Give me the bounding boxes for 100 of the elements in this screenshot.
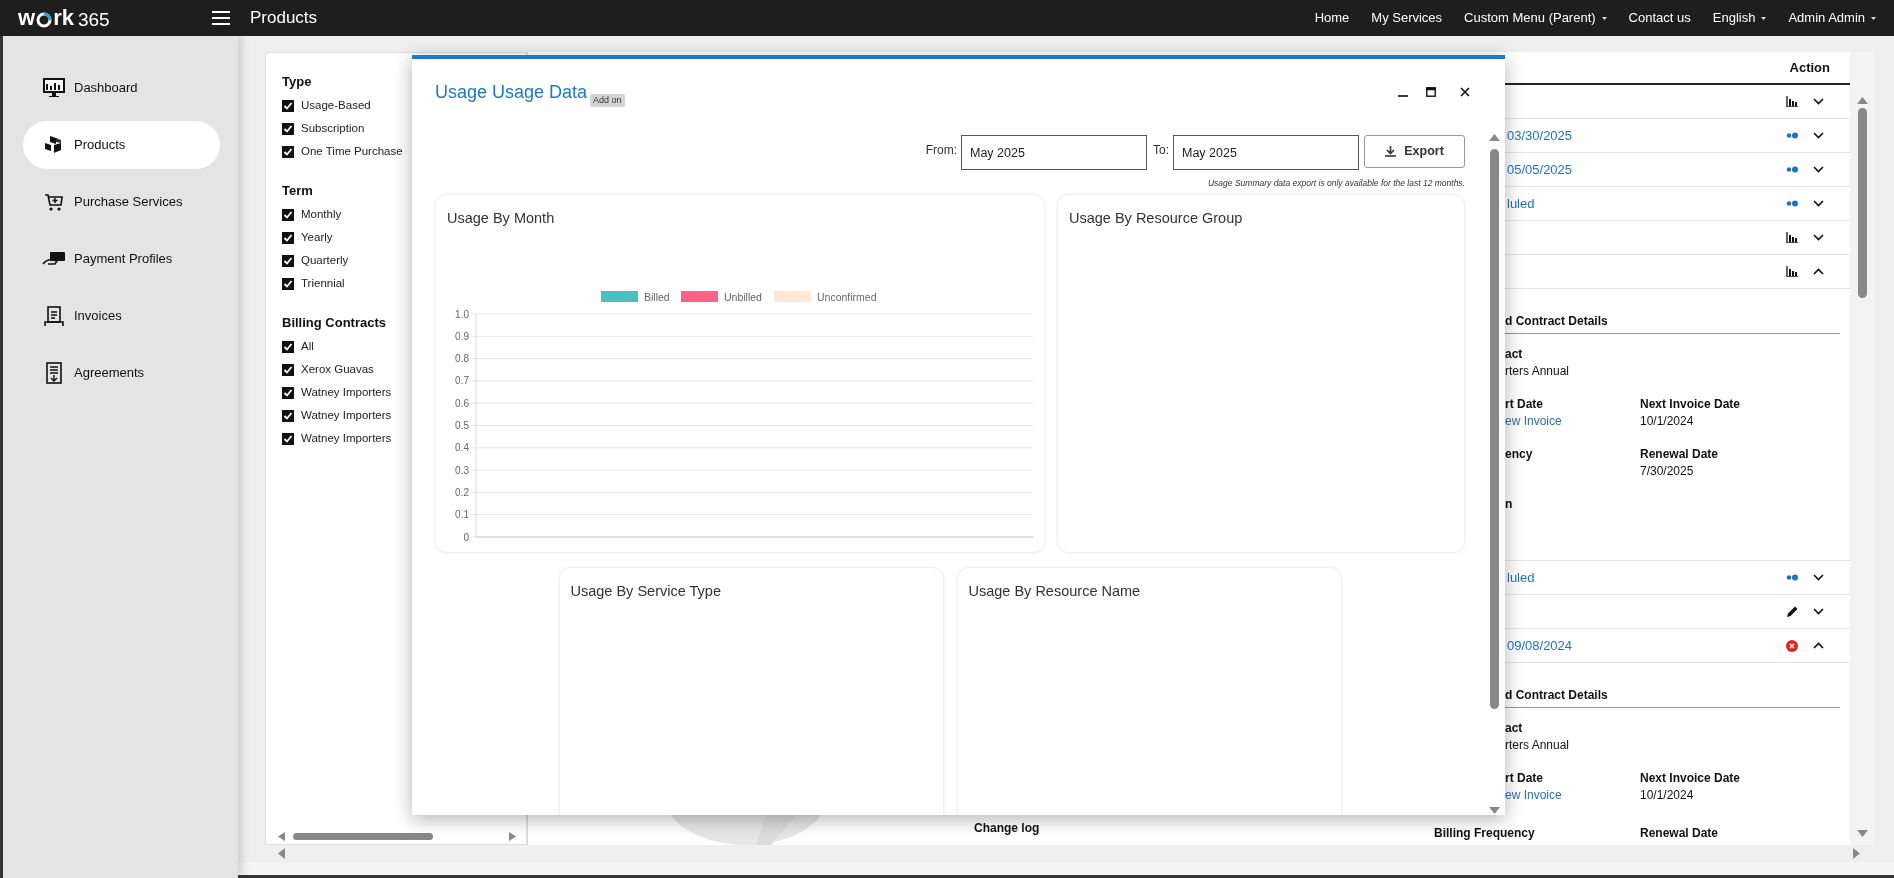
legend-label: Billed [644, 290, 670, 303]
dots-icon[interactable] [1786, 200, 1798, 207]
sidebar-item[interactable]: Agreements [23, 349, 220, 397]
checkbox[interactable] [282, 363, 294, 376]
scroll-up-icon[interactable] [1489, 134, 1500, 141]
sidebar-item[interactable]: Purchase Services [23, 178, 220, 226]
add-on-badge: Add on [590, 93, 625, 107]
checkbox[interactable] [282, 432, 294, 445]
checkbox[interactable] [282, 254, 294, 267]
field-label: Renewal Date [1640, 826, 1719, 840]
sidebar-item[interactable]: Invoices [23, 292, 220, 340]
scroll-right-icon[interactable] [1853, 848, 1860, 859]
chevron-down-icon[interactable] [1813, 132, 1824, 139]
chevron-down-icon[interactable] [1813, 234, 1824, 241]
field-link[interactable]: ew Invoice [1505, 787, 1640, 804]
checkbox-label: Watney Importers [301, 430, 392, 446]
scroll-left-icon[interactable] [278, 848, 285, 859]
sidebar-item[interactable]: Dashboard [23, 64, 220, 112]
boxes-icon [44, 135, 64, 155]
from-field[interactable]: May 2025 [961, 135, 1147, 170]
scrollbar-thumb[interactable] [293, 832, 433, 840]
chevron-down-icon[interactable] [1813, 166, 1824, 173]
filter-heading: Billing Contracts [282, 314, 386, 332]
scroll-up-icon[interactable] [1857, 97, 1868, 104]
menu-icon[interactable] [212, 11, 230, 25]
chevron-up-icon[interactable] [1813, 268, 1824, 275]
dots-icon[interactable] [1786, 132, 1798, 139]
error-icon[interactable] [1786, 639, 1798, 652]
nav-link[interactable]: Custom Menu (Parent) [1464, 8, 1607, 28]
logo-text: 365 [77, 10, 110, 29]
bar-chart-icon[interactable] [1786, 232, 1798, 243]
filter-heading: Type [282, 73, 312, 91]
close-icon[interactable] [1460, 87, 1470, 97]
document-stand-icon [44, 305, 64, 327]
scroll-left-icon[interactable] [278, 831, 285, 841]
field-label: rt Date [1505, 396, 1544, 413]
axis-tick-label: 0.8 [455, 353, 469, 365]
document-icon [46, 362, 62, 384]
card-title: Usage By Month [447, 209, 556, 228]
checkbox[interactable] [282, 409, 294, 422]
card-title: Usage By Resource Group [1069, 209, 1244, 228]
to-field[interactable]: May 2025 [1173, 135, 1359, 170]
scrollbar-thumb[interactable] [1858, 108, 1867, 298]
checkbox[interactable] [282, 99, 294, 112]
nav-link[interactable]: Admin Admin [1788, 8, 1876, 28]
dots-icon[interactable] [1786, 166, 1798, 173]
checkbox-label: Subscription [301, 120, 365, 136]
field-label: act [1505, 720, 1524, 737]
checkbox-label: Watney Importers [301, 384, 392, 400]
modal-title: Usage Usage Data [435, 80, 588, 104]
table-link[interactable]: luled [1507, 193, 1535, 214]
bar-chart-icon[interactable] [1786, 96, 1798, 107]
chevron-down-icon[interactable] [1813, 200, 1824, 207]
field-value: 7/30/2025 [1640, 463, 1695, 480]
bar-chart-icon[interactable] [1786, 266, 1798, 277]
dots-icon[interactable] [1786, 574, 1798, 581]
axis-tick-label: 0.1 [455, 509, 469, 521]
column-header: Action [1789, 58, 1830, 77]
legend-label: Unconfirmed [817, 290, 877, 303]
download-icon [1385, 146, 1397, 157]
checkbox[interactable] [282, 277, 294, 290]
nav-link[interactable]: Contact us [1628, 8, 1691, 28]
monitor-chart-icon [43, 78, 65, 98]
export-button[interactable]: Export [1364, 135, 1465, 168]
checkbox[interactable] [282, 340, 294, 353]
chevron-down-icon[interactable] [1813, 98, 1824, 105]
table-link[interactable]: 03/30/2025 [1507, 125, 1573, 146]
sidebar-item[interactable]: Products [23, 121, 220, 169]
field-label: Next Invoice Date [1640, 396, 1742, 413]
scrollbar-thumb[interactable] [1490, 149, 1499, 709]
field-label: act [1505, 346, 1524, 363]
field-value: rters Annual [1505, 737, 1571, 754]
pencil-icon[interactable] [1785, 605, 1799, 618]
filter-heading: Term [282, 182, 313, 200]
table-link[interactable]: luled [1507, 567, 1535, 588]
sidebar-item[interactable]: Payment Profiles [23, 235, 220, 283]
checkbox[interactable] [282, 122, 294, 135]
nav-link[interactable]: English [1712, 8, 1767, 28]
card-title: Usage By Resource Name [968, 582, 1142, 601]
field-value: 10/1/2024 [1640, 413, 1695, 430]
chevron-down-icon[interactable] [1813, 608, 1824, 615]
field-value: rters Annual [1505, 363, 1571, 380]
field-link[interactable]: ew Invoice [1505, 413, 1640, 430]
checkbox-label: Triennial [301, 275, 345, 291]
maximize-icon[interactable] [1426, 87, 1436, 97]
checkbox[interactable] [282, 386, 294, 399]
chevron-down-icon[interactable] [1813, 574, 1824, 581]
card-title: Usage By Service Type [570, 582, 722, 601]
checkbox[interactable] [282, 231, 294, 244]
scroll-down-icon[interactable] [1857, 830, 1868, 837]
nav-link[interactable]: Home [1314, 8, 1350, 28]
table-link[interactable]: 09/08/2024 [1507, 635, 1573, 656]
scroll-right-icon[interactable] [509, 831, 516, 841]
checkbox-label: Quarterly [301, 252, 349, 268]
checkbox[interactable] [282, 208, 294, 221]
checkbox[interactable] [282, 145, 294, 158]
chevron-up-icon[interactable] [1813, 642, 1824, 649]
nav-link[interactable]: My Services [1371, 8, 1443, 28]
table-link[interactable]: 05/05/2025 [1507, 159, 1573, 180]
scroll-down-icon[interactable] [1489, 807, 1500, 814]
